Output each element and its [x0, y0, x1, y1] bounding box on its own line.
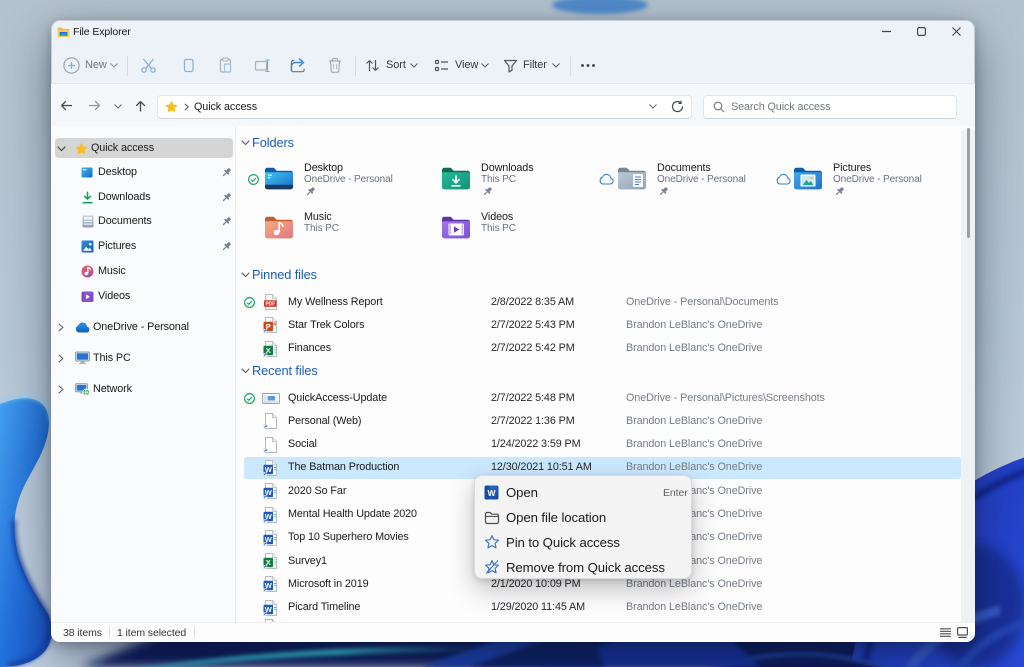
- svg-text:W: W: [488, 488, 497, 498]
- svg-text:PDF: PDF: [265, 301, 275, 307]
